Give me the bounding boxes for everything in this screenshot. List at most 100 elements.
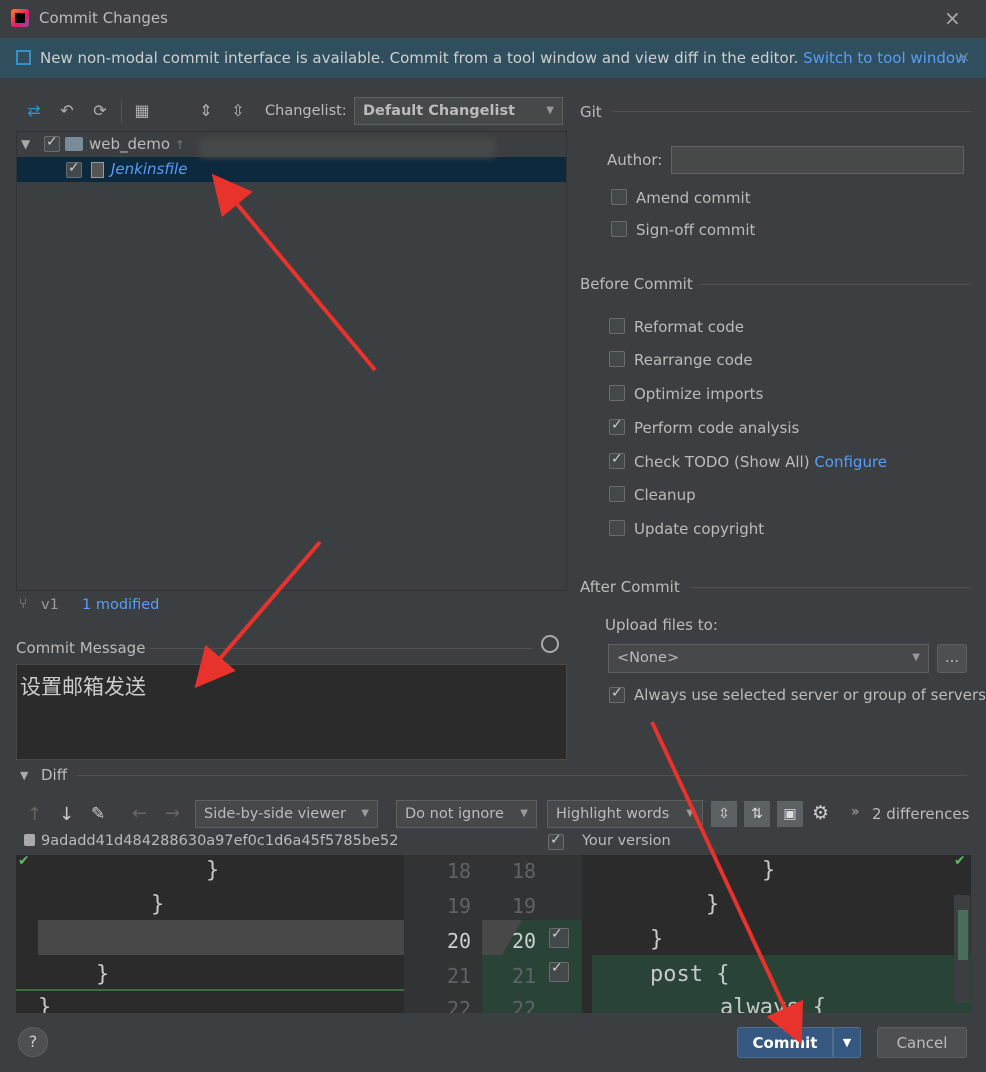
rearrange-code-label: Rearrange code: [634, 351, 753, 369]
highlight-value: Highlight words: [556, 806, 670, 822]
highlight-select[interactable]: Highlight words ▼: [547, 800, 703, 828]
blurred-path: [200, 138, 495, 158]
insertion-marker: [16, 989, 404, 991]
cancel-button[interactable]: Cancel: [877, 1027, 967, 1058]
chevron-down-icon: ▼: [686, 808, 694, 819]
left-num-22: 22: [447, 997, 472, 1013]
previous-diff-icon[interactable]: ↑: [27, 804, 42, 825]
branch-icon: ⑂: [19, 596, 28, 612]
notification-banner: New non-modal commit interface is availa…: [0, 38, 986, 78]
perform-code-analysis-checkbox[interactable]: [609, 417, 625, 435]
file-icon: [91, 162, 104, 178]
collapse-unchanged-icon[interactable]: ⇳: [711, 801, 737, 827]
right-num-22: 22: [512, 997, 537, 1013]
changelist-value: Default Changelist: [363, 103, 516, 119]
reformat-code-checkbox[interactable]: [609, 318, 625, 334]
back-icon[interactable]: ←: [132, 803, 147, 824]
cleanup-checkbox[interactable]: [609, 486, 625, 502]
changelist-label: Changelist:: [265, 103, 347, 119]
scrollbar-thumb[interactable]: [958, 910, 968, 960]
left-num-18: 18: [447, 859, 472, 883]
window-close-icon[interactable]: ×: [944, 6, 961, 30]
amend-commit-label: Amend commit: [636, 189, 751, 207]
always-use-server-label: Always use selected server or group of s…: [634, 686, 986, 704]
help-button[interactable]: ?: [18, 1027, 48, 1057]
root-checkbox[interactable]: [44, 134, 60, 152]
divider: [690, 587, 971, 588]
group-by-icon[interactable]: ▦: [132, 101, 152, 121]
chevron-down-icon: ▼: [361, 808, 369, 819]
sync-scroll-icon[interactable]: ⇅: [744, 801, 770, 827]
check-icon: ✔: [18, 855, 30, 869]
upload-server-select[interactable]: <None> ▼: [608, 644, 929, 673]
signoff-commit-checkbox[interactable]: [611, 221, 627, 237]
banner-text: New non-modal commit interface is availa…: [40, 49, 799, 67]
commit-button[interactable]: Commit: [737, 1027, 833, 1058]
apply-change-checkbox[interactable]: [549, 926, 569, 948]
branch-name[interactable]: v1: [41, 597, 59, 613]
collapse-diff-icon[interactable]: ▼: [20, 769, 28, 782]
left-revision-hash: 9adadd41d484288630a97ef0c1d6a45f5785be52: [41, 833, 399, 849]
check-todo-checkbox[interactable]: [609, 451, 625, 469]
right-line-22: always {: [720, 995, 826, 1013]
title-bar: Commit Changes ×: [0, 0, 986, 36]
lock-icon[interactable]: ▣: [777, 801, 803, 827]
configure-link[interactable]: Configure: [814, 453, 887, 471]
expand-arrow-icon[interactable]: ▼: [21, 137, 30, 151]
left-num-19: 19: [447, 894, 472, 918]
edit-source-icon[interactable]: ✎: [91, 804, 105, 824]
right-line-21: post {: [650, 962, 730, 987]
switch-to-tool-window-link[interactable]: Switch to tool window: [803, 49, 967, 67]
banner-close-icon[interactable]: ×: [957, 47, 970, 66]
changes-tree: [16, 131, 567, 591]
browse-server-button[interactable]: ...: [937, 644, 967, 673]
upload-files-label: Upload files to:: [605, 616, 718, 634]
next-diff-icon[interactable]: ↓: [59, 804, 74, 825]
divider: [612, 111, 971, 112]
commit-options-chevron-icon[interactable]: ▼: [833, 1027, 861, 1058]
diff-viewer[interactable]: } } } } 18 19 20 21 22 18 19 20 21 22 } …: [16, 855, 971, 1013]
right-num-21: 21: [512, 964, 537, 988]
folder-icon: [65, 137, 83, 151]
history-clock-icon[interactable]: [541, 635, 559, 653]
viewer-value: Side-by-side viewer: [204, 806, 346, 822]
left-line-22: }: [38, 995, 52, 1013]
amend-commit-checkbox[interactable]: [611, 189, 627, 205]
update-copyright-checkbox[interactable]: [609, 520, 625, 536]
gift-icon: [16, 50, 31, 65]
divider: [77, 775, 967, 776]
apply-change-checkbox[interactable]: [549, 960, 569, 982]
always-use-server-checkbox[interactable]: [609, 685, 625, 703]
changed-region-left: [38, 920, 404, 955]
expand-all-icon[interactable]: ⇕: [196, 101, 216, 121]
right-revision-label: Your version: [582, 833, 671, 849]
file-checkbox[interactable]: [66, 160, 82, 178]
changelist-select[interactable]: Default Changelist ▼: [354, 97, 563, 125]
author-input[interactable]: [671, 146, 964, 174]
right-num-20: 20: [512, 929, 537, 953]
right-line-20: }: [650, 927, 664, 952]
refresh-icon[interactable]: ⟳: [90, 101, 110, 121]
before-commit-title: Before Commit: [580, 275, 693, 293]
reformat-code-label: Reformat code: [634, 318, 744, 336]
rollback-icon[interactable]: ↶: [57, 101, 77, 121]
settings-gear-icon[interactable]: ⚙: [812, 802, 829, 824]
left-num-20: 20: [447, 929, 472, 953]
update-copyright-label: Update copyright: [634, 520, 765, 538]
chevron-down-icon: ▼: [520, 808, 528, 819]
ignore-whitespace-select[interactable]: Do not ignore ▼: [396, 800, 537, 828]
viewer-select[interactable]: Side-by-side viewer ▼: [195, 800, 378, 828]
modified-count[interactable]: 1 modified: [82, 597, 159, 613]
optimize-imports-checkbox[interactable]: [609, 385, 625, 401]
tree-file-label[interactable]: Jenkinsfile: [111, 160, 187, 178]
rearrange-code-checkbox[interactable]: [609, 351, 625, 367]
chevron-down-icon: ▼: [912, 652, 920, 663]
diff-section-title: Diff: [41, 766, 68, 784]
collapse-all-icon[interactable]: ⇳: [228, 101, 248, 121]
forward-icon[interactable]: →: [165, 803, 180, 824]
more-icon[interactable]: »: [851, 804, 860, 820]
your-version-checkbox[interactable]: [548, 832, 564, 850]
show-diff-icon[interactable]: ⇄: [24, 101, 44, 121]
tree-root-label[interactable]: web_demo: [89, 135, 170, 153]
right-num-19: 19: [512, 894, 537, 918]
